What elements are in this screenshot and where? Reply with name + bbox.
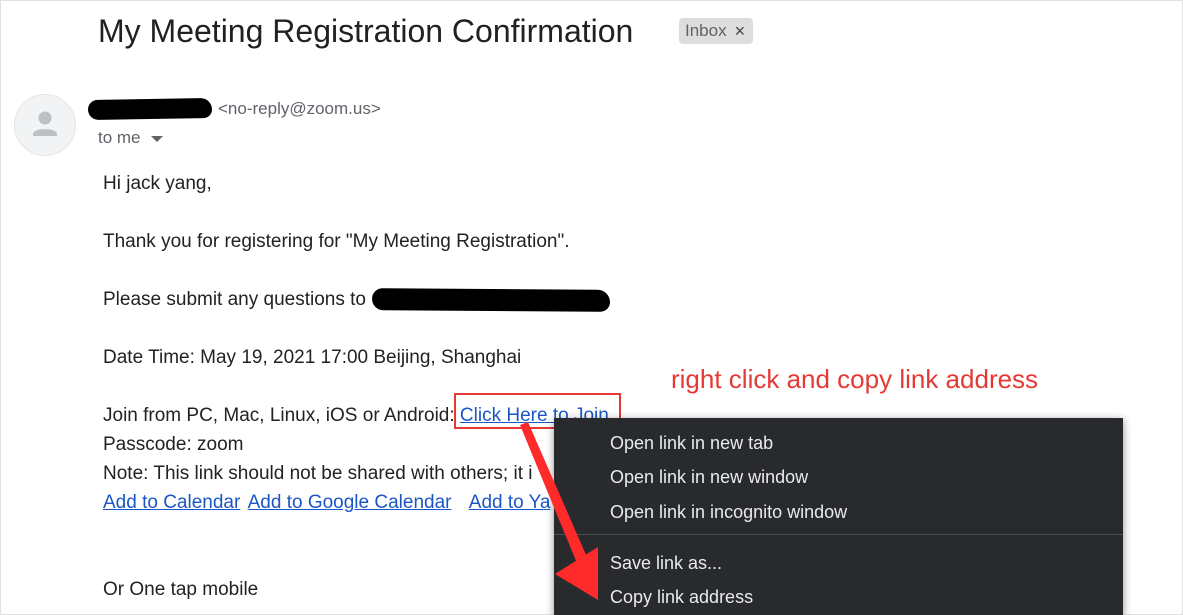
menu-item-copy-link-address[interactable]: Copy link address <box>554 581 1123 613</box>
menu-item-save-link-as[interactable]: Save link as... <box>554 547 1123 579</box>
questions-text: Please submit any questions to <box>103 289 366 310</box>
menu-item-open-new-tab[interactable]: Open link in new tab <box>554 427 1123 459</box>
recipient-label: to me <box>98 128 141 147</box>
redacted-sender-name <box>87 97 213 121</box>
note-text: Note: This link should not be shared wit… <box>103 463 533 484</box>
greeting-text: Hi jack yang, <box>103 173 212 194</box>
datetime-text: Date Time: May 19, 2021 17:00 Beijing, S… <box>103 347 522 368</box>
recipient-row[interactable]: to me <box>98 128 163 148</box>
instruction-annotation: right click and copy link address <box>671 364 1039 394</box>
avatar[interactable] <box>14 94 76 156</box>
chevron-down-icon[interactable] <box>150 136 163 142</box>
redacted-contact-email <box>371 288 611 312</box>
close-icon[interactable]: × <box>735 18 746 44</box>
passcode-text: Passcode: zoom <box>103 434 244 455</box>
menu-separator <box>554 534 1123 535</box>
menu-item-open-new-window[interactable]: Open link in new window <box>554 461 1123 493</box>
calendar-links: Add to Calendar Add to Google Calendar A… <box>103 491 550 515</box>
menu-item-open-incognito[interactable]: Open link in incognito window <box>554 496 1123 528</box>
context-menu: Open link in new tab Open link in new wi… <box>554 418 1123 615</box>
add-to-calendar-link[interactable]: Add to Calendar <box>103 492 240 513</box>
one-tap-text: Or One tap mobile <box>103 579 259 600</box>
inbox-label-chip[interactable]: Inbox × <box>679 18 754 44</box>
sender-row: <no-reply@zoom.us> <box>87 96 381 122</box>
thanks-text: Thank you for registering for "My Meetin… <box>103 231 570 252</box>
add-to-google-calendar-link[interactable]: Add to Google Calendar <box>248 492 452 513</box>
email-subject: My Meeting Registration Confirmation <box>98 13 634 49</box>
inbox-label: Inbox <box>685 21 727 40</box>
sender-email: <no-reply@zoom.us> <box>218 99 381 118</box>
add-to-yahoo-calendar-link[interactable]: Add to Ya <box>469 492 551 513</box>
join-prefix: Join from PC, Mac, Linux, iOS or Android… <box>103 405 460 426</box>
person-icon <box>33 111 57 136</box>
